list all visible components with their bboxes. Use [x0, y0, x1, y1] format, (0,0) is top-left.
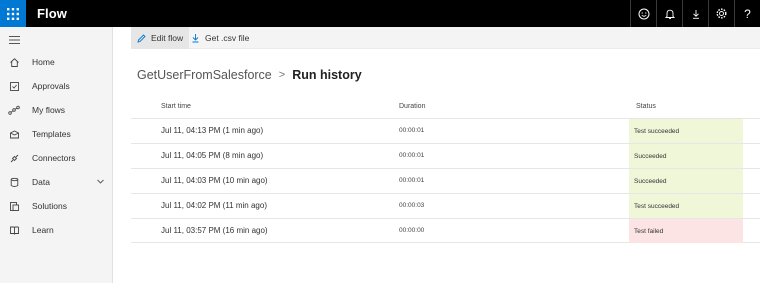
start-time-cell: Jul 11, 03:57 PM (16 min ago): [161, 226, 268, 235]
table-row[interactable]: Jul 11, 04:02 PM (11 min ago) 00:00:03 T…: [131, 193, 760, 218]
command-bar: Edit flow Get .csv file: [131, 27, 760, 49]
home-icon: [8, 56, 20, 68]
sidebar-item-label: Solutions: [32, 201, 67, 211]
bell-icon[interactable]: [656, 0, 682, 27]
flows-icon: [8, 104, 20, 116]
sidebar-item-connectors[interactable]: Connectors: [0, 147, 113, 169]
chevron-down-icon[interactable]: [96, 177, 105, 186]
breadcrumb: GetUserFromSalesforce > Run history: [137, 68, 362, 82]
sidebar-item-approvals[interactable]: Approvals: [0, 75, 113, 97]
breadcrumb-separator: >: [278, 69, 286, 81]
breadcrumb-parent[interactable]: GetUserFromSalesforce: [137, 68, 272, 82]
sidebar-item-data[interactable]: Data: [0, 171, 113, 193]
download-icon[interactable]: [682, 0, 708, 27]
hamburger-icon[interactable]: [8, 34, 22, 46]
sidebar-item-label: Learn: [32, 225, 54, 235]
sidebar-item-label: Templates: [32, 129, 71, 139]
duration-cell: 00:00:01: [399, 177, 425, 184]
table-row[interactable]: Jul 11, 04:03 PM (10 min ago) 00:00:01 S…: [131, 168, 760, 193]
data-icon: [8, 176, 20, 188]
header-status[interactable]: Status: [636, 103, 656, 110]
status-badge: Test succeeded: [629, 194, 743, 218]
top-bar: Flow ?: [0, 0, 760, 27]
smiley-icon[interactable]: [630, 0, 656, 27]
pencil-icon: [137, 33, 146, 43]
header-start-time[interactable]: Start time: [161, 103, 191, 110]
approvals-icon: [8, 80, 20, 92]
sidebar-item-home[interactable]: Home: [0, 51, 113, 73]
app-title[interactable]: Flow: [37, 6, 67, 21]
header-duration[interactable]: Duration: [399, 103, 425, 110]
templates-icon: [8, 128, 20, 140]
connectors-icon: [8, 152, 20, 164]
sidebar-item-learn[interactable]: Learn: [0, 219, 113, 241]
sidebar-item-label: Home: [32, 57, 55, 67]
sidebar: Home Approvals My flows Templates Connec…: [0, 27, 113, 283]
sidebar-item-label: Connectors: [32, 153, 76, 163]
waffle-icon[interactable]: [0, 0, 26, 27]
sidebar-item-templates[interactable]: Templates: [0, 123, 113, 145]
status-badge: Succeeded: [629, 169, 743, 193]
table-row[interactable]: Jul 11, 04:05 PM (8 min ago) 00:00:01 Su…: [131, 143, 760, 168]
duration-cell: 00:00:03: [399, 202, 425, 209]
gear-icon[interactable]: [708, 0, 734, 27]
edit-flow-label: Edit flow: [151, 33, 184, 43]
page-title: Run history: [292, 68, 362, 82]
sidebar-item-label: Approvals: [32, 81, 70, 91]
table-row[interactable]: Jul 11, 03:57 PM (16 min ago) 00:00:00 T…: [131, 218, 760, 243]
sidebar-item-solutions[interactable]: Solutions: [0, 195, 113, 217]
get-csv-label: Get .csv file: [205, 33, 250, 43]
start-time-cell: Jul 11, 04:13 PM (1 min ago): [161, 126, 264, 135]
help-icon[interactable]: ?: [734, 0, 760, 27]
duration-cell: 00:00:00: [399, 227, 425, 234]
sidebar-item-label: Data: [32, 177, 50, 187]
sidebar-item-my-flows[interactable]: My flows: [0, 99, 113, 121]
learn-icon: [8, 224, 20, 236]
start-time-cell: Jul 11, 04:02 PM (11 min ago): [161, 201, 267, 210]
start-time-cell: Jul 11, 04:03 PM (10 min ago): [161, 176, 268, 185]
duration-cell: 00:00:01: [399, 152, 425, 159]
status-badge: Succeeded: [629, 144, 743, 168]
download-icon: [192, 34, 199, 43]
status-badge: Test failed: [629, 219, 743, 243]
table-row[interactable]: Jul 11, 04:13 PM (1 min ago) 00:00:01 Te…: [131, 118, 760, 143]
duration-cell: 00:00:01: [399, 127, 425, 134]
status-badge: Test succeeded: [629, 119, 743, 143]
solutions-icon: [8, 200, 20, 212]
start-time-cell: Jul 11, 04:05 PM (8 min ago): [161, 151, 264, 160]
sidebar-item-label: My flows: [32, 105, 66, 115]
edit-flow-button[interactable]: Edit flow: [131, 27, 190, 49]
get-csv-button[interactable]: Get .csv file: [191, 27, 249, 49]
